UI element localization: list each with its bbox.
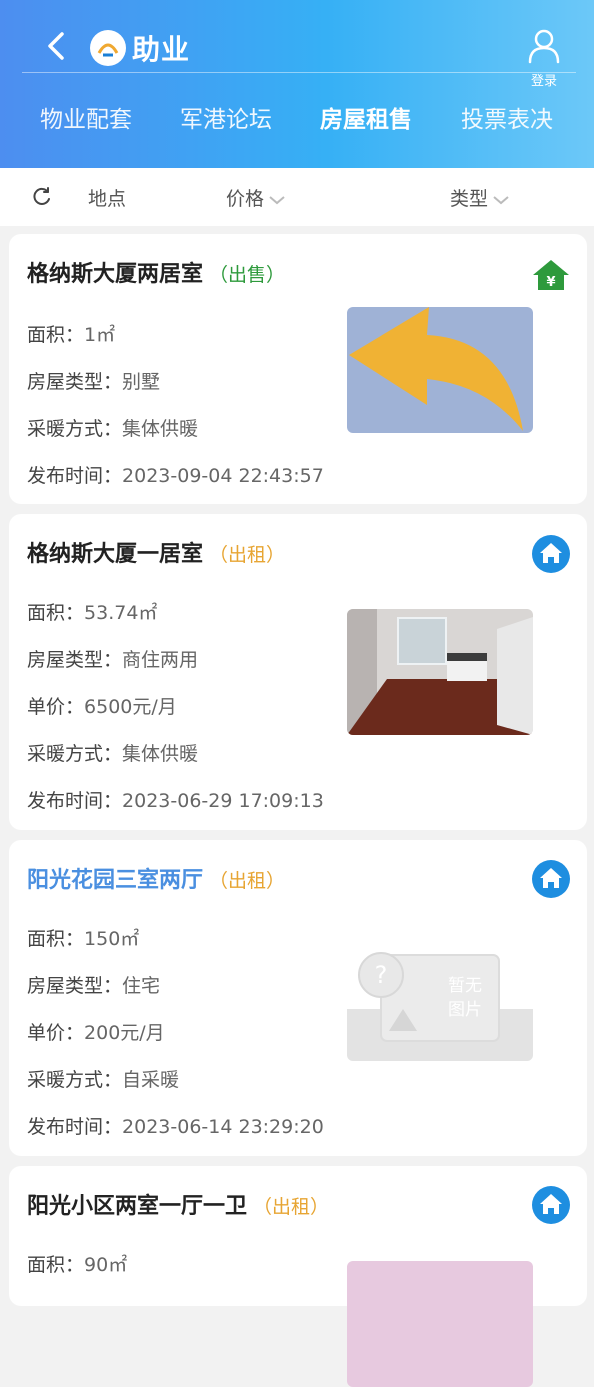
listing-field: 面积：53.74㎡ [27,602,158,624]
listing-field: 面积：150㎡ [27,928,140,950]
filter-price-label: 价格 [226,188,265,210]
no-image-placeholder-icon: ? 暂无 图片 [347,952,533,1061]
listing-field: 单价：200元/月 [27,1022,165,1044]
filter-bar: 地点 价格 类型 [0,168,594,226]
listing-tag: （出租） [209,544,286,566]
listing-image[interactable] [347,307,533,433]
listing-field: 发布时间：2023-06-14 23:29:20 [27,1116,324,1138]
listing-card[interactable]: 格纳斯大厦两居室 （出售） ¥ 面积：1㎡ 房屋类型：别墅 采暖方式：集体供暖 发… [9,234,587,504]
listing-field: 采暖方式：集体供暖 [27,418,199,440]
logo-text: 助业 [132,33,191,66]
filter-price[interactable]: 价格 [226,184,286,211]
filter-type-label: 类型 [450,188,489,210]
tab-property-facilities[interactable]: 物业配套 [40,100,132,134]
logo-mark-icon [90,30,126,66]
refresh-icon[interactable] [32,186,52,206]
filter-location[interactable]: 地点 [88,184,126,211]
svg-text:¥: ¥ [546,275,555,290]
listing-field: 面积：1㎡ [27,324,116,346]
listing-tag: （出租） [253,1196,330,1218]
house-yuan-icon: ¥ [533,260,569,290]
tab-housing-rental[interactable]: 房屋租售 [320,100,412,134]
listing-field: 房屋类型：商住两用 [27,649,199,671]
login-button[interactable]: 登录 [524,28,564,89]
listing-tag: （出租） [209,870,286,892]
placeholder-text-line2: 图片 [448,1000,482,1020]
user-icon [528,29,560,64]
app-logo: 助业 [90,28,190,68]
listing-title: 格纳斯大厦一居室 （出租） [27,542,286,567]
listing-title: 阳光小区两室一厅一卫 （出租） [27,1194,330,1219]
listing-field: 采暖方式：集体供暖 [27,743,199,765]
tab-voting[interactable]: 投票表决 [461,100,553,134]
return-arrow-icon [349,307,523,431]
listing-image[interactable] [347,609,533,735]
listing-card[interactable]: 格纳斯大厦一居室 （出租） 面积：53.74㎡ 房屋类型：商住两用 单价：6500… [9,514,587,830]
listing-card[interactable]: 阳光小区两室一厅一卫 （出租） 面积：90㎡ [9,1166,587,1387]
listing-field: 单价：6500元/月 [27,696,177,718]
tab-forum[interactable]: 军港论坛 [180,100,272,134]
app-header: 助业 登录 物业配套 军港论坛 房屋租售 投票表决 [0,0,594,168]
placeholder-text-line1: 暂无 [448,976,482,996]
listing-card[interactable]: 阳光花园三室两厅 （出租） 面积：150㎡ 房屋类型：住宅 单价：200元/月 采… [9,840,587,1156]
listing-title: 格纳斯大厦两居室 （出售） [27,262,286,287]
listing-field: 房屋类型：别墅 [27,371,161,393]
category-tabs: 物业配套 军港论坛 房屋租售 投票表决 [0,100,594,140]
house-icon [532,535,570,573]
listing-image[interactable]: ? 暂无 图片 [347,935,533,1061]
listing-field: 发布时间：2023-09-04 22:43:57 [27,465,324,487]
chevron-down-icon [493,195,509,204]
chevron-down-icon [269,195,285,204]
house-icon [532,1186,570,1224]
listing-field: 面积：90㎡ [27,1254,128,1276]
svg-text:?: ? [375,961,388,989]
filter-type[interactable]: 类型 [450,184,510,211]
listing-field: 采暖方式：自采暖 [27,1069,180,1091]
listing-field: 房屋类型：住宅 [27,975,161,997]
house-icon [532,860,570,898]
listing-title: 阳光花园三室两厅 （出租） [27,868,286,893]
listing-tag: （出售） [209,264,286,286]
apartment-photo [347,609,533,735]
header-divider [22,72,576,73]
listing-field: 发布时间：2023-06-29 17:09:13 [27,790,324,812]
back-arrow-icon[interactable] [42,30,70,62]
